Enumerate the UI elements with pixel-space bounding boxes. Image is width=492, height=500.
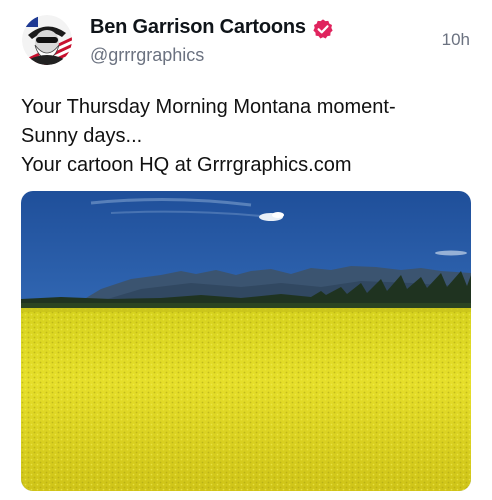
- post-timestamp[interactable]: 10h: [442, 30, 470, 50]
- author-display-name[interactable]: Ben Garrison Cartoons: [90, 16, 306, 39]
- author-handle[interactable]: @grrrgraphics: [90, 45, 204, 66]
- post-media-image[interactable]: [21, 191, 471, 491]
- avatar-image: [22, 15, 72, 65]
- post-card: Ben Garrison Cartoons @grrrgraphics 10h …: [0, 0, 492, 500]
- landscape-photo: [21, 191, 471, 491]
- post-text-line: Sunny days...: [21, 125, 143, 147]
- post-text: Your Thursday Morning Montana moment- Su…: [21, 93, 471, 180]
- verified-badge-icon: [312, 18, 334, 40]
- post-text-line: Your Thursday Morning Montana moment-: [21, 96, 396, 118]
- author-name-row: Ben Garrison Cartoons: [90, 16, 334, 39]
- author-avatar[interactable]: [22, 15, 72, 65]
- post-text-line: Your cartoon HQ at Grrrgraphics.com: [21, 154, 352, 176]
